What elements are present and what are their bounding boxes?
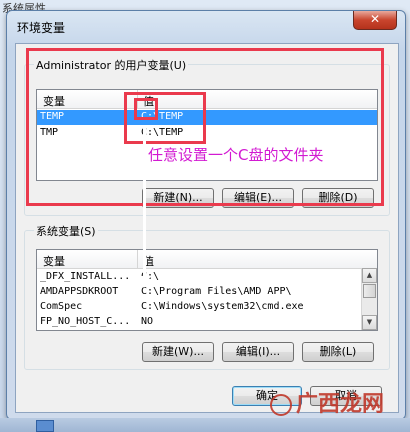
- variable-name: FP_NO_HOST_C...: [40, 316, 131, 327]
- variable-name: AMDAPPSDKROOT: [40, 286, 119, 297]
- variable-value: C:\Windows\system32\cmd.exe: [141, 301, 304, 312]
- column-divider: [137, 250, 138, 268]
- list-item[interactable]: ComSpec C:\Windows\system32\cmd.exe: [37, 300, 377, 315]
- system-variables-label: 系统变量(S): [34, 223, 98, 239]
- variable-name: ComSpec: [40, 301, 83, 312]
- vertical-scrollbar[interactable]: ▲ ▼: [361, 268, 377, 330]
- close-button[interactable]: ✕: [353, 11, 397, 30]
- list-header: 变量 值: [37, 250, 377, 269]
- variable-value: C:\Program Files\AMD APP\: [141, 286, 292, 297]
- system-edit-button[interactable]: 编辑(I)...: [222, 342, 294, 362]
- system-new-button[interactable]: 新建(W)...: [142, 342, 214, 362]
- scrollbar-thumb[interactable]: [363, 284, 376, 298]
- variable-name: _DFX_INSTALL...: [40, 271, 131, 282]
- highlight-drive-box: [134, 98, 158, 120]
- list-item[interactable]: AMDAPPSDKROOT C:\Program Files\AMD APP\: [37, 285, 377, 300]
- annotation-text: 任意设置一个C盘的文件夹: [148, 146, 324, 164]
- list-item[interactable]: _DFX_INSTALL... C:\: [37, 270, 377, 285]
- taskbar: [0, 418, 410, 432]
- annotation-arrow-line: [143, 128, 146, 278]
- watermark-logo-icon: [270, 394, 292, 416]
- system-delete-button[interactable]: 删除(L): [302, 342, 374, 362]
- system-variables-list[interactable]: 变量 值 _DFX_INSTALL... C:\ AMDAPPSDKROOT C…: [36, 249, 378, 331]
- scroll-down-arrow-icon[interactable]: ▼: [362, 315, 377, 330]
- dialog-title: 环境变量: [17, 21, 66, 35]
- list-item[interactable]: FP_NO_HOST_C... NO: [37, 315, 377, 330]
- annotation-arrow-icon: [137, 276, 151, 288]
- watermark: 广西龙网: [270, 386, 384, 418]
- taskbar-app-icon[interactable]: [36, 420, 54, 432]
- column-header-variable[interactable]: 变量: [43, 253, 65, 269]
- watermark-text: 广西龙网: [296, 392, 385, 417]
- variable-value: NO: [141, 316, 154, 327]
- scroll-up-arrow-icon[interactable]: ▲: [362, 268, 377, 283]
